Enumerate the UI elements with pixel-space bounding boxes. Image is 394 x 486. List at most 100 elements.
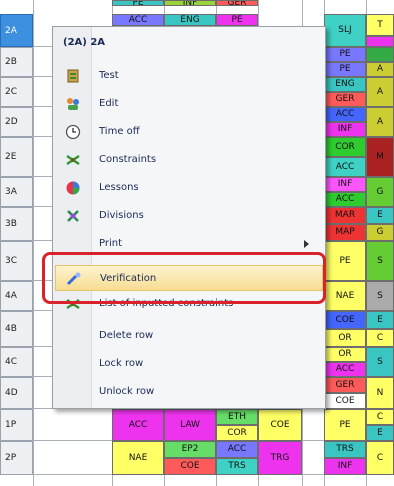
- lesson-card[interactable]: T: [366, 14, 394, 36]
- lesson-card[interactable]: [366, 47, 394, 62]
- lesson-card[interactable]: INF: [324, 177, 366, 192]
- menu-item-label: Delete row: [99, 330, 154, 341]
- test-icon: [65, 68, 81, 84]
- row-header-3c[interactable]: 3C: [0, 241, 33, 281]
- menu-item-label: Time off: [99, 126, 140, 137]
- lesson-card[interactable]: INF: [164, 0, 216, 6]
- lesson-card[interactable]: S: [366, 347, 394, 377]
- menu-title: (2A) 2A: [63, 37, 106, 48]
- row-header-2b[interactable]: 2B: [0, 47, 33, 77]
- lesson-card[interactable]: TRG: [258, 441, 302, 475]
- lesson-card[interactable]: COR: [324, 137, 366, 157]
- menu-item-label: Unlock row: [99, 386, 155, 397]
- lesson-card[interactable]: GER: [324, 377, 366, 393]
- row-header-4b[interactable]: 4B: [0, 311, 33, 347]
- submenu-arrow-icon: [304, 240, 309, 248]
- lesson-card[interactable]: PE: [216, 14, 258, 26]
- lesson-card[interactable]: PE: [324, 241, 366, 281]
- lesson-card[interactable]: TRS: [216, 458, 258, 475]
- lesson-card[interactable]: PE: [324, 62, 366, 77]
- lesson-card[interactable]: MAR: [324, 207, 366, 224]
- lesson-card[interactable]: TRS: [324, 441, 366, 458]
- lesson-card[interactable]: G: [366, 224, 394, 241]
- menu-item-test[interactable]: Test: [55, 63, 323, 89]
- row-header-4d[interactable]: 4D: [0, 377, 33, 409]
- lesson-card[interactable]: E: [366, 311, 394, 329]
- lesson-card[interactable]: NAE: [324, 281, 366, 311]
- lesson-card[interactable]: ACC: [324, 157, 366, 177]
- menu-item-lock-row[interactable]: Lock row: [55, 351, 323, 377]
- lesson-card[interactable]: GER: [216, 0, 258, 6]
- row-header-4a[interactable]: 4A: [0, 281, 33, 311]
- lessons-icon: [65, 180, 81, 196]
- menu-item-label: Lessons: [99, 182, 139, 193]
- lesson-card[interactable]: COE: [324, 393, 366, 409]
- menu-item-label: Divisions: [99, 210, 144, 221]
- menu-item-time-off[interactable]: Time off: [55, 119, 323, 145]
- lesson-card[interactable]: S: [366, 241, 394, 281]
- lesson-card[interactable]: COE: [164, 458, 216, 475]
- row-header-3b[interactable]: 3B: [0, 207, 33, 241]
- menu-item-label: Lock row: [99, 358, 144, 369]
- context-menu: (2A) 2A Test Edit Time off Constraints Lesso…: [52, 26, 326, 409]
- lesson-card[interactable]: COE: [324, 311, 366, 329]
- lesson-card[interactable]: A: [366, 107, 394, 137]
- lesson-card[interactable]: C: [366, 441, 394, 475]
- lesson-card[interactable]: A: [366, 62, 394, 77]
- lesson-card[interactable]: C: [366, 329, 394, 347]
- row-header-2e[interactable]: 2E: [0, 137, 33, 177]
- lesson-card[interactable]: ACC: [112, 14, 164, 26]
- row-header-2p[interactable]: 2P: [0, 441, 33, 475]
- lesson-card[interactable]: PE: [112, 0, 164, 6]
- menu-item-lessons[interactable]: Lessons: [55, 175, 323, 201]
- lesson-card[interactable]: [366, 36, 394, 47]
- lesson-card[interactable]: INF: [324, 122, 366, 137]
- lesson-card[interactable]: COR: [216, 425, 258, 441]
- row-header-2c[interactable]: 2C: [0, 77, 33, 107]
- lesson-card[interactable]: NAE: [112, 441, 164, 475]
- menu-item-label: Print: [99, 238, 123, 249]
- row-header-3a[interactable]: 3A: [0, 177, 33, 207]
- lesson-card[interactable]: E: [366, 425, 394, 441]
- lesson-card[interactable]: EP2: [164, 441, 216, 458]
- menu-item-constraints[interactable]: Constraints: [55, 147, 323, 173]
- row-header-2d[interactable]: 2D: [0, 107, 33, 137]
- lesson-card[interactable]: G: [366, 177, 394, 207]
- lesson-card[interactable]: OR: [324, 329, 366, 347]
- lesson-card[interactable]: OR: [324, 347, 366, 362]
- lesson-card[interactable]: PE: [324, 409, 366, 441]
- lesson-card[interactable]: ACC: [216, 441, 258, 458]
- lesson-card[interactable]: COE: [258, 409, 302, 441]
- menu-item-edit[interactable]: Edit: [55, 91, 323, 117]
- lesson-card[interactable]: M: [366, 137, 394, 177]
- lesson-card[interactable]: ACC: [112, 409, 164, 441]
- menu-item-divisions[interactable]: Divisions: [55, 203, 323, 229]
- menu-item-delete-row[interactable]: Delete row: [55, 323, 323, 349]
- divisions-icon: [65, 208, 81, 224]
- lesson-card[interactable]: A: [366, 77, 394, 107]
- lesson-card[interactable]: MAP: [324, 224, 366, 241]
- lesson-card[interactable]: SLJ: [324, 14, 366, 47]
- edit-icon: [65, 96, 81, 112]
- lesson-card[interactable]: C: [366, 409, 394, 425]
- lesson-card[interactable]: E: [366, 207, 394, 224]
- lesson-card[interactable]: ACC: [324, 192, 366, 207]
- lesson-card[interactable]: ENG: [324, 77, 366, 92]
- lesson-card[interactable]: INF: [324, 458, 366, 475]
- lesson-card[interactable]: GER: [324, 92, 366, 107]
- annotation-highlight-box: [42, 252, 326, 304]
- row-header-4c[interactable]: 4C: [0, 347, 33, 377]
- lesson-card[interactable]: PE: [324, 47, 366, 62]
- lesson-card[interactable]: ENG: [164, 14, 216, 26]
- row-header-2a[interactable]: 2A: [0, 14, 33, 47]
- menu-item-unlock-row[interactable]: Unlock row: [55, 379, 323, 405]
- lesson-card[interactable]: ACC: [324, 107, 366, 122]
- menu-item-label: Test: [99, 70, 119, 81]
- clock-icon: [65, 124, 81, 140]
- lesson-card[interactable]: S: [366, 281, 394, 311]
- lesson-card[interactable]: N: [366, 377, 394, 409]
- row-header-1p[interactable]: 1P: [0, 409, 33, 441]
- lesson-card[interactable]: ACC: [324, 362, 366, 377]
- lesson-card[interactable]: LAW: [164, 409, 216, 441]
- lesson-card[interactable]: ETH: [216, 409, 258, 425]
